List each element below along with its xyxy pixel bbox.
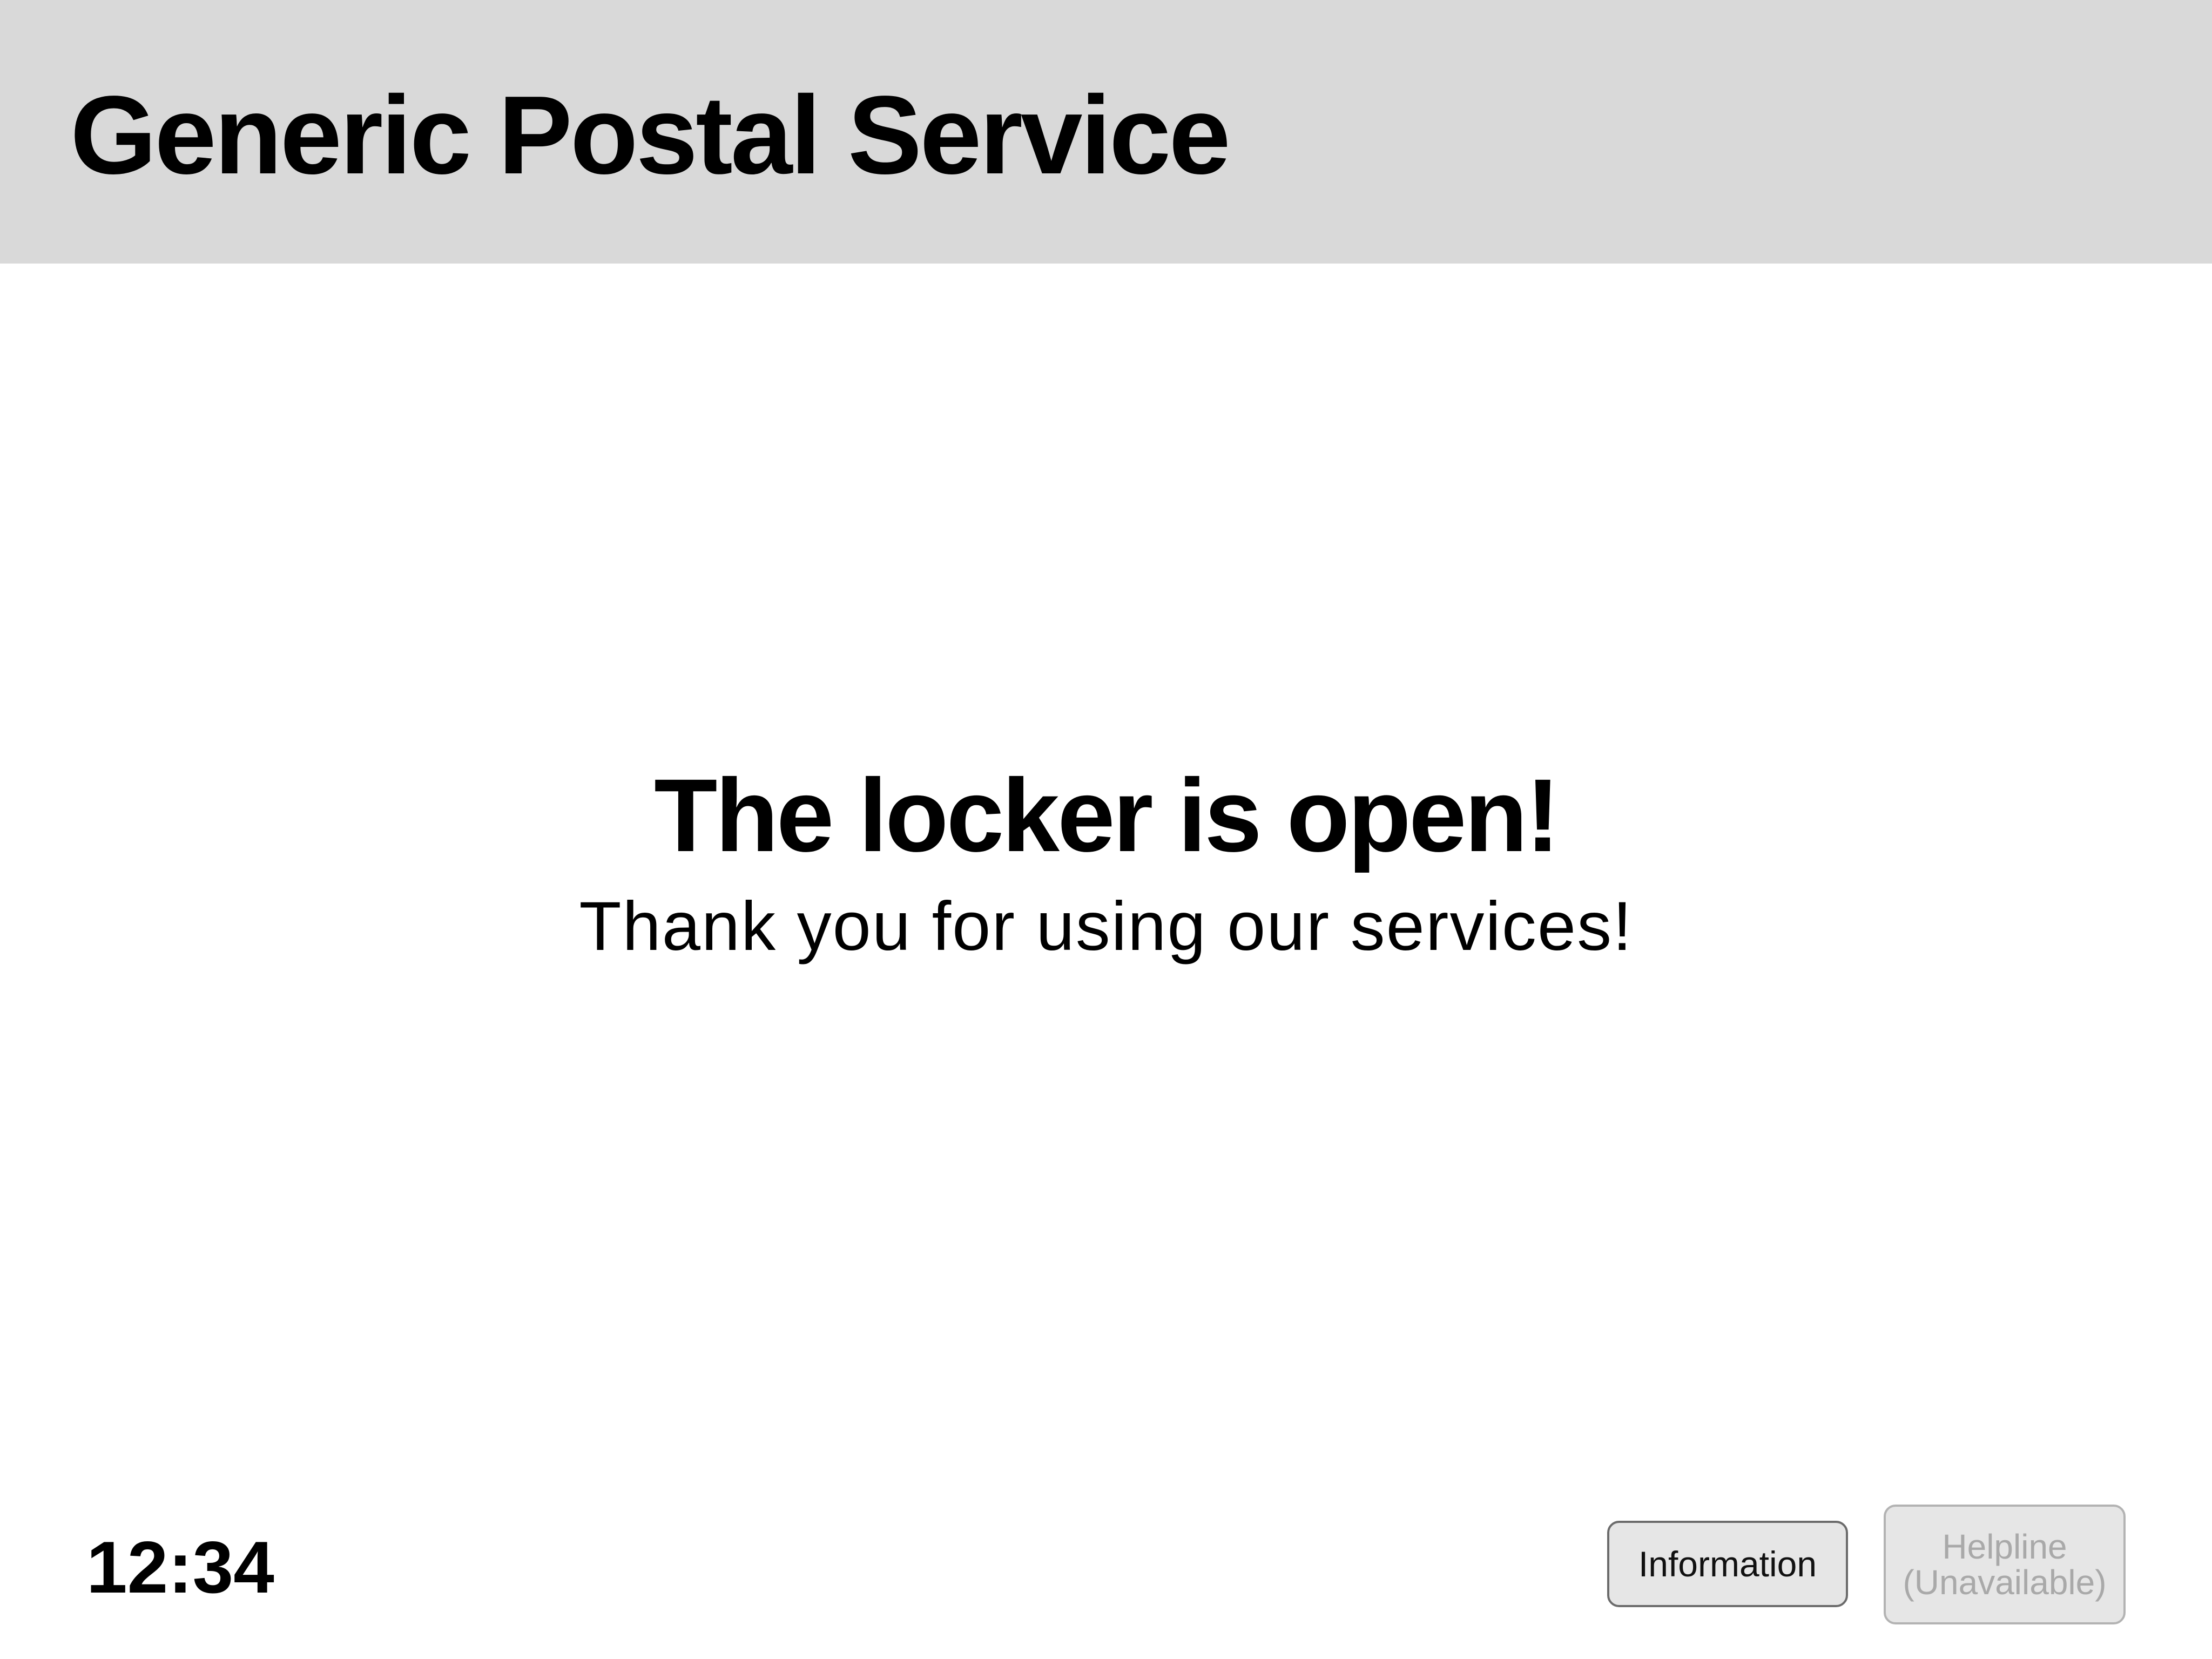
message-subtitle: Thank you for using our services! <box>579 888 1633 965</box>
helpline-label: Helpline <box>1942 1527 2067 1566</box>
header-bar: Generic Postal Service <box>0 0 2212 264</box>
helpline-button[interactable]: Helpline (Unavailable) <box>1884 1505 2126 1624</box>
header-title: Generic Postal Service <box>70 73 1231 197</box>
helpline-status-label: (Unavailable) <box>1903 1563 2107 1602</box>
status-message: The locker is open! Thank you for using … <box>0 751 2212 970</box>
message-title: The locker is open! <box>654 757 1560 873</box>
information-button[interactable]: Information <box>1607 1521 1848 1607</box>
kiosk-screen: Generic Postal Service The locker is ope… <box>0 0 2212 1659</box>
clock: 12:34 <box>86 1526 274 1608</box>
